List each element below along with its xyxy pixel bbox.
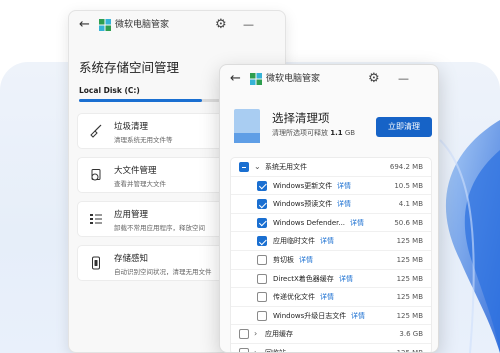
app-logo-icon [250, 73, 262, 85]
category-title: 垃圾清理 [114, 122, 149, 132]
item-label: Windows升级日志文件 [273, 311, 347, 320]
subtitle-value: 1.1 [330, 129, 343, 137]
chevron-down-icon[interactable]: ⌄ [254, 161, 261, 173]
app-logo-icon [99, 19, 111, 31]
cleanup-item-row[interactable]: 应用临时文件 详情 125 MB [231, 232, 431, 251]
disk-label: Local Disk (C:) [79, 86, 140, 95]
item-detail-link[interactable]: 详情 [320, 292, 334, 303]
item-checkbox[interactable] [239, 329, 249, 340]
item-size: 50.6 MB [394, 218, 423, 227]
broom-icon [90, 124, 102, 138]
cleanup-item-row[interactable]: Windows预读文件 详情 4.1 MB [231, 195, 431, 214]
item-detail-link[interactable]: 详情 [350, 218, 364, 229]
selection-subtitle: 清理所选项可释放 1.1 GB [272, 128, 355, 138]
item-size: 125 MB [396, 293, 423, 302]
item-checkbox[interactable] [257, 254, 267, 265]
item-checkbox[interactable] [239, 162, 249, 172]
arrow-left-icon[interactable]: ← [79, 17, 90, 33]
cleanup-item-row[interactable]: 剪切板 详情 125 MB [231, 251, 431, 270]
item-checkbox[interactable] [257, 199, 267, 210]
apps-icon [90, 214, 102, 224]
category-desc: 查看并管理大文件 [114, 180, 166, 188]
item-size: 125 MB [396, 274, 423, 283]
chevron-right-icon[interactable]: › [254, 328, 257, 340]
cleanup-item-row[interactable]: Windows Defender... 详情 50.6 MB [231, 214, 431, 233]
cleanup-item-row[interactable]: 传递优化文件 详情 125 MB [231, 288, 431, 307]
subtitle-prefix: 清理所选项可释放 [272, 129, 328, 137]
item-size: 694.2 MB [389, 163, 423, 171]
cleanup-item-row[interactable]: ⌄ 系统无用文件 694.2 MB [231, 158, 431, 177]
gear-icon[interactable]: ⚙ [215, 17, 227, 33]
item-label: DirectX着色器缓存 [273, 274, 334, 283]
item-checkbox[interactable] [257, 236, 267, 247]
item-checkbox[interactable] [257, 217, 267, 228]
item-label: 应用临时文件 [273, 237, 315, 246]
item-size: 125 MB [396, 255, 423, 264]
cleanup-item-row[interactable]: Windows升级日志文件 详情 125 MB [231, 307, 431, 326]
minimize-icon[interactable]: — [398, 72, 409, 86]
app-title: 微软电脑管家 [266, 74, 321, 84]
item-checkbox[interactable] [257, 180, 267, 191]
item-size: 10.5 MB [394, 181, 423, 190]
storage-sense-icon [92, 256, 100, 270]
title-bar: ← 微软电脑管家 ⚙ — [69, 11, 285, 39]
category-title: 存储感知 [114, 254, 149, 264]
chevron-right-icon[interactable]: › [254, 347, 257, 352]
item-label: Windows预读文件 [273, 200, 333, 209]
selection-heading: 选择清理项 [272, 111, 330, 125]
subtitle-unit: GB [344, 129, 356, 137]
item-checkbox[interactable] [257, 273, 267, 284]
item-detail-link[interactable]: 详情 [299, 255, 313, 266]
item-detail-link[interactable]: 详情 [337, 181, 351, 192]
cleanup-item-row[interactable]: › 回收站 125 MB [231, 344, 431, 353]
item-checkbox[interactable] [239, 347, 249, 352]
item-size: 125 MB [396, 237, 423, 246]
item-size: 3.6 GB [399, 330, 423, 339]
disk-usage-fill [79, 99, 203, 102]
item-size: 4.1 MB [398, 200, 423, 209]
minimize-icon[interactable]: — [243, 18, 254, 32]
cleanup-selection-window: ← 微软电脑管家 ⚙ — 选择清理项 清理所选项可释放 1.1 GB 立即清理 … [219, 64, 439, 353]
item-label: 系统无用文件 [265, 163, 307, 171]
item-detail-link[interactable]: 详情 [339, 274, 353, 285]
item-label: 剪切板 [273, 255, 294, 264]
large-file-icon [91, 169, 101, 181]
item-checkbox[interactable] [257, 310, 267, 321]
category-desc: 自动识别空间状况，清理无用文件 [114, 268, 212, 276]
cleanup-item-row[interactable]: Windows更新文件 详情 10.5 MB [231, 177, 431, 196]
gear-icon[interactable]: ⚙ [368, 71, 380, 87]
app-title: 微软电脑管家 [115, 20, 170, 30]
category-desc: 卸载不常用应用程序，释放空间 [114, 224, 205, 232]
item-detail-link[interactable]: 详情 [351, 311, 365, 322]
item-label: 传递优化文件 [273, 293, 315, 302]
item-size: 125 MB [396, 348, 423, 353]
item-label: 回收站 [265, 348, 286, 353]
category-desc: 清理系统无用文件等 [114, 136, 173, 144]
title-bar: ← 微软电脑管家 ⚙ — [220, 65, 438, 93]
cleanup-item-list: ⌄ 系统无用文件 694.2 MB Windows更新文件 详情 10.5 MB Windo… [230, 157, 432, 353]
item-size: 125 MB [396, 311, 423, 320]
category-title: 大文件管理 [114, 166, 157, 176]
item-detail-link[interactable]: 详情 [320, 236, 334, 247]
cleanup-item-row[interactable]: › 应用缓存 3.6 GB [231, 325, 431, 344]
item-checkbox[interactable] [257, 292, 267, 303]
item-detail-link[interactable]: 详情 [337, 199, 351, 210]
page-title: 系统存储空间管理 [79, 60, 180, 75]
item-label: Windows Defender... [273, 218, 346, 227]
arrow-left-icon[interactable]: ← [230, 71, 241, 87]
item-label: 应用缓存 [265, 330, 293, 339]
item-label: Windows更新文件 [273, 181, 333, 190]
cleanup-item-row[interactable]: DirectX着色器缓存 详情 125 MB [231, 270, 431, 289]
category-title: 应用管理 [114, 210, 149, 220]
clean-now-button[interactable]: 立即清理 [376, 117, 432, 137]
cleanup-document-icon [234, 109, 260, 143]
